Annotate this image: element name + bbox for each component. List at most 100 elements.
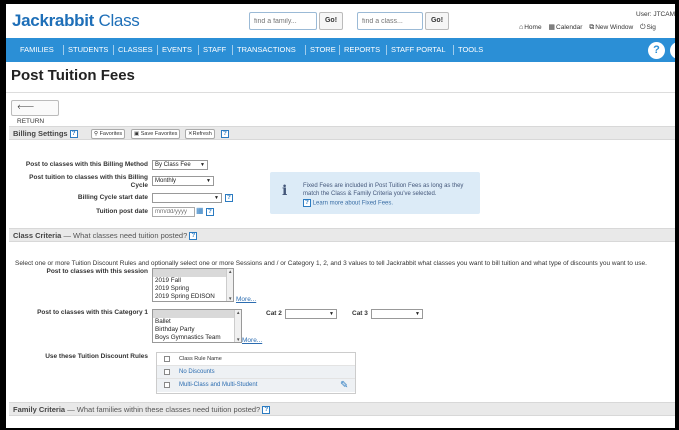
new-window-link[interactable]: ⧉New Window (589, 24, 633, 31)
family-criteria-label: Family Criteria (13, 405, 66, 414)
nav-divider (63, 45, 64, 55)
table-row[interactable]: Multi-Class and Multi-Student ✎ (157, 379, 355, 392)
title-divider (6, 92, 675, 93)
class-search-input[interactable] (357, 12, 423, 30)
edit-pencil-icon[interactable]: ✎ (340, 380, 348, 391)
sign-out-link[interactable]: ⏻Sig (640, 24, 656, 31)
fixed-fees-info-text: Fixed Fees are included in Post Tuition … (303, 183, 464, 197)
cycle-start-select[interactable]: ▼ (152, 193, 222, 203)
class-criteria-label: Class Criteria (13, 231, 62, 240)
family-search-go-button[interactable]: Go! (319, 12, 343, 30)
fixed-fees-link[interactable]: ? Learn more about Fixed Fees. (303, 199, 393, 207)
list-item[interactable]: Birthday Party (153, 326, 241, 334)
refresh-button[interactable]: ✕Refresh (185, 129, 215, 139)
calendar-icon: ▦ (548, 24, 556, 31)
app-logo[interactable]: Jackrabbit Class (12, 11, 140, 31)
table-header: Class Rule Name (157, 353, 355, 366)
list-item[interactable]: 2019 Spring EDISON (153, 293, 233, 301)
family-search-input[interactable] (249, 12, 317, 30)
row-checkbox[interactable] (164, 369, 170, 375)
post-date-input[interactable] (152, 207, 195, 217)
scroll-down-icon[interactable]: ▼ (228, 296, 232, 301)
select-all-checkbox[interactable] (164, 356, 170, 362)
power-icon: ⏻ (639, 24, 646, 31)
main-nav: FAMILIES STUDENTS CLASSES EVENTS STAFF T… (6, 38, 675, 62)
save-favorites-button[interactable]: ▣ Save Favorites (131, 129, 181, 139)
nav-divider (157, 45, 158, 55)
list-item[interactable]: Boys Gymnastics Team (153, 334, 241, 342)
chevron-down-icon: ▼ (415, 311, 420, 317)
help-button[interactable]: ? (648, 42, 665, 59)
family-criteria-subheader: — What families within these classes nee… (65, 405, 261, 414)
nav-events[interactable]: EVENTS (162, 45, 192, 54)
calendar-icon[interactable]: ▦ (196, 206, 204, 215)
scrollbar[interactable]: ▲ ▼ (234, 310, 241, 342)
nav-students[interactable]: STUDENTS (68, 45, 108, 54)
logo-main-text: Jackrabbit (12, 11, 95, 30)
category1-label: Post to classes with this Category 1 (37, 309, 148, 316)
post-date-help-icon[interactable]: ? (206, 208, 214, 216)
category3-select[interactable]: ▼ (371, 309, 423, 319)
cycle-start-label: Billing Cycle start date (77, 194, 148, 201)
list-item[interactable] (153, 310, 241, 318)
billing-toolbar-help-icon[interactable]: ? (221, 130, 229, 138)
list-item[interactable]: 2019 Spring (153, 285, 233, 293)
nav-store[interactable]: STORE (310, 45, 336, 54)
billing-method-select[interactable]: By Class Fee ▼ (152, 160, 208, 170)
category1-more-link[interactable]: More... (242, 337, 262, 344)
nav-families[interactable]: FAMILIES (20, 45, 54, 54)
calendar-link[interactable]: ▦Calendar (548, 24, 582, 31)
family-criteria-header: Family Criteria — What families within t… (9, 402, 675, 416)
table-row[interactable]: No Discounts (157, 366, 355, 379)
session-more-link[interactable]: More... (236, 296, 256, 303)
post-date-label: Tuition post date (96, 208, 148, 215)
fixed-fees-info: i Fixed Fees are included in Post Tuitio… (270, 172, 480, 214)
favorites-label: Favorites (99, 131, 123, 137)
scroll-up-icon[interactable]: ▲ (228, 269, 232, 274)
nav-staff-portal[interactable]: STAFF PORTAL (391, 45, 446, 54)
refresh-label: Refresh (192, 131, 212, 137)
column-header-rule-name: Class Rule Name (179, 356, 222, 362)
billing-cycle-label: Post tuition to classes with this Billin… (18, 174, 148, 190)
class-criteria-help-icon[interactable]: ? (189, 232, 198, 241)
list-item[interactable] (153, 269, 233, 277)
scrollbar[interactable]: ▲ ▼ (226, 269, 233, 301)
favorites-button[interactable]: ⚲ Favorites (91, 129, 126, 139)
nav-tools[interactable]: TOOLS (458, 45, 483, 54)
new-window-link-label: New Window (595, 24, 634, 31)
family-criteria-help-icon[interactable]: ? (262, 406, 271, 415)
calendar-link-label: Calendar (556, 24, 583, 31)
info-icon: i (282, 183, 288, 199)
list-item[interactable]: 2019 Fall (153, 277, 233, 285)
cycle-start-help-icon[interactable]: ? (225, 194, 233, 202)
chevron-down-icon: ▼ (200, 162, 205, 168)
discount-rules-label: Use these Tuition Discount Rules (45, 353, 148, 360)
row-checkbox[interactable] (164, 382, 170, 388)
new-window-icon: ⧉ (589, 24, 595, 31)
nav-divider (113, 45, 114, 55)
billing-cycle-select[interactable]: Monthly ▼ (152, 176, 214, 186)
chevron-down-icon: ▼ (329, 311, 334, 317)
billing-method-label: Post to classes with this Billing Method (25, 161, 148, 168)
info-help-icon: ? (303, 199, 311, 207)
billing-help-icon[interactable]: ? (69, 130, 78, 139)
home-link[interactable]: ⌂Home (519, 24, 542, 31)
session-label: Post to classes with this session (46, 268, 148, 275)
nav-reports[interactable]: REPORTS (344, 45, 380, 54)
session-listbox[interactable]: 2019 Fall 2019 Spring 2019 Spring EDISON… (152, 268, 234, 302)
category2-select[interactable]: ▼ (285, 309, 337, 319)
class-search-go-button[interactable]: Go! (425, 12, 449, 30)
home-link-label: Home (524, 24, 542, 31)
nav-staff[interactable]: STAFF (203, 45, 226, 54)
list-item[interactable]: Ballet (153, 318, 241, 326)
scroll-down-icon[interactable]: ▼ (236, 337, 240, 342)
return-button[interactable]: 🡐 RETURN (11, 100, 59, 125)
save-favorites-label: Save Favorites (140, 131, 178, 137)
category1-listbox[interactable]: Ballet Birthday Party Boys Gymnastics Te… (152, 309, 242, 343)
billing-cycle-label-line1: Post tuition to classes with this Billin… (29, 174, 148, 181)
nav-classes[interactable]: CLASSES (118, 45, 153, 54)
scroll-up-icon[interactable]: ▲ (236, 310, 240, 315)
nav-transactions[interactable]: TRANSACTIONS (237, 45, 296, 54)
secondary-nav-button[interactable] (670, 42, 675, 59)
app-window: Jackrabbit Class Go! Go! User: JTCAM ⌂Ho… (6, 4, 675, 428)
